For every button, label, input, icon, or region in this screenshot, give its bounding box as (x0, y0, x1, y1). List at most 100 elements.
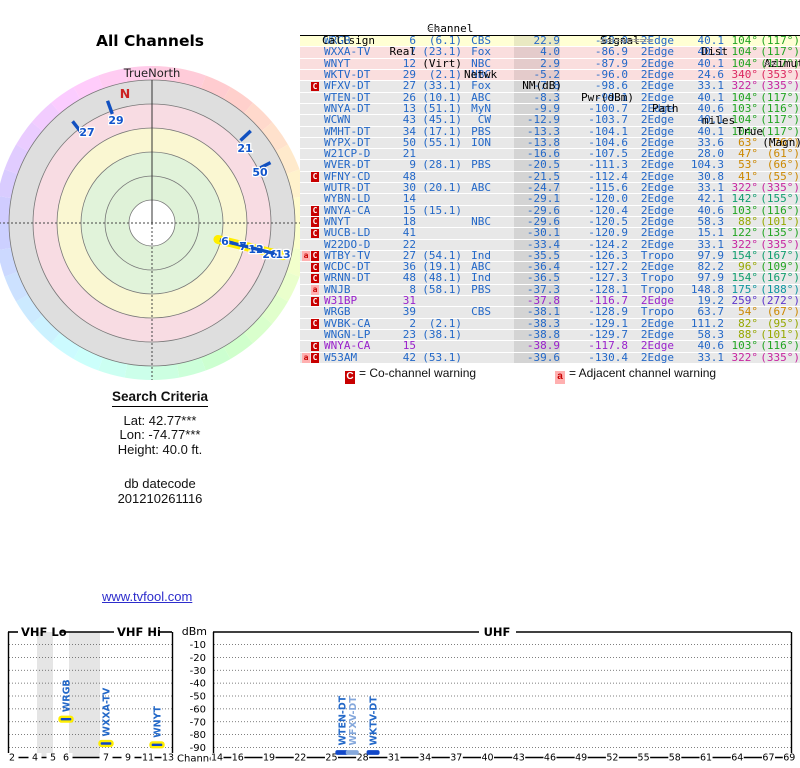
svg-text:2: 2 (9, 753, 15, 764)
cell-w (300, 307, 321, 317)
svg-text:22: 22 (294, 753, 306, 764)
svg-text:55: 55 (638, 753, 650, 764)
co-channel-warning-badge: C (311, 353, 319, 363)
co-channel-warning-badge: C (311, 251, 319, 261)
svg-text:7: 7 (103, 753, 109, 764)
cell-w (300, 194, 321, 204)
cell-v: (53.1) (422, 350, 462, 364)
svg-text:14: 14 (211, 753, 223, 764)
cell-nm: -30.1 (502, 227, 560, 239)
dbm-tick-label: -90 (190, 743, 206, 754)
cell-r: 41 (402, 226, 416, 240)
cell-w: a (300, 285, 321, 295)
svg-text:67: 67 (762, 753, 774, 764)
col-header-path: Path (652, 102, 679, 116)
station-marker-label: WTEN-DT (337, 695, 348, 745)
cell-w: C (300, 319, 321, 329)
cell-m: (135°) (760, 226, 800, 240)
cell-w: C (300, 341, 321, 352)
cell-p: 2Edge (640, 226, 674, 240)
dbm-tick-label: -50 (190, 692, 206, 703)
warning-legend: C = Co-channel warning a = Adjacent channe… (300, 366, 800, 384)
channel-label: 6 (221, 235, 229, 248)
cell-w: C (300, 228, 321, 239)
svg-text:6: 6 (63, 753, 69, 764)
svg-text:52: 52 (606, 753, 618, 764)
cell-t: 122° (731, 226, 759, 240)
cell-n (462, 353, 502, 363)
cell-n: PBS (471, 282, 491, 296)
cell-v: (20.1) (422, 181, 462, 195)
cell-w: C (300, 217, 321, 227)
cell-n: NBC (471, 214, 491, 228)
cell-n (462, 341, 502, 351)
station-markers: WRGB WXXA-TV WNYT WTEN-DT WFXV-DT WKTV-DT (58, 679, 380, 755)
tvfool-link[interactable]: www.tvfool.com (102, 589, 192, 604)
co-channel-warning-badge: C (311, 172, 319, 182)
station-marker (58, 715, 74, 723)
cell-w: C (300, 262, 321, 273)
co-channel-warning-badge: C (311, 341, 319, 352)
cell-w (300, 160, 321, 170)
cell-c: WNYA-CA (324, 339, 371, 353)
cell-w: aC (300, 353, 321, 363)
co-channel-warning-badge: C (311, 296, 319, 307)
co-channel-warning-badge: C (311, 228, 319, 239)
cell-v (416, 228, 462, 238)
station-marker (345, 750, 359, 755)
polar-title: All Channels (96, 32, 204, 50)
svg-text:25: 25 (325, 753, 337, 764)
dbm-tick-label: -60 (190, 704, 206, 715)
panel-frames (7, 631, 793, 759)
cell-v: (15.1) (422, 203, 462, 217)
all-channels-radar-chart: All ChannelsTrueNorthN2927215067122613 (0, 32, 309, 380)
cell-pw: -117.8 (588, 339, 628, 353)
svg-text:11: 11 (142, 753, 154, 764)
cell-pw: -120.9 (588, 226, 628, 240)
search-criteria-title: Search Criteria (111, 389, 209, 407)
cell-n: ABC (471, 181, 491, 195)
cell-w: aC (300, 251, 321, 261)
station-marker-label: WNYT (153, 705, 164, 737)
cell-v: (55.1) (422, 135, 462, 149)
col-header-nm: NM(dB) (522, 79, 562, 93)
dbm-tick-label: -70 (190, 717, 206, 728)
dbm-tick-label: -80 (190, 730, 206, 741)
cell-r: 42 (402, 350, 416, 364)
cell-w (300, 330, 321, 340)
channel-label: 29 (108, 114, 123, 127)
svg-text:46: 46 (544, 753, 556, 764)
co-channel-warning-badge: C (311, 206, 319, 216)
col-header-callsign: Callsign (322, 33, 375, 47)
station-marker-label: WXXA-TV (102, 687, 113, 737)
cell-pw: -130.4 (588, 350, 628, 364)
svg-text:40: 40 (481, 753, 493, 764)
svg-text:43: 43 (513, 753, 525, 764)
channel-label: 13 (275, 248, 290, 261)
station-marker (98, 739, 114, 748)
adjacent-channel-warning-badge: a (555, 371, 565, 384)
cell-nm: -38.9 (502, 340, 560, 352)
longitude-value: Lon: -74.77*** (119, 427, 201, 442)
svg-text:28: 28 (357, 753, 369, 764)
cell-v: (38.1) (422, 327, 462, 341)
vhf-lo-label: VHF Lo (21, 625, 67, 639)
cell-n (462, 330, 502, 340)
col-header-netwk: Netwk (464, 68, 498, 82)
svg-text:34: 34 (419, 753, 431, 764)
svg-text:37: 37 (450, 753, 462, 764)
col-header-real: Real (389, 45, 417, 59)
latitude-value: Lat: 42.77*** (123, 412, 197, 428)
cell-w: C (300, 172, 321, 182)
co-channel-warning-badge: C (345, 371, 355, 384)
adjacent-channel-legend: a = Adjacent channel warning (554, 366, 716, 384)
spectrum-chart: VHF Lo VHF Hi UHF dBm -10 -20 -30 -40 -50-60 -70 -… (5, 625, 796, 765)
cell-d: 15.1 (697, 226, 725, 240)
cell-m: (116°) (760, 339, 800, 353)
station-marker-label: WKTV-DT (369, 696, 380, 746)
co-channel-warning-badge: C (311, 319, 319, 329)
svg-text:31: 31 (388, 753, 400, 764)
svg-text:4: 4 (32, 753, 38, 764)
station-marker (366, 750, 380, 755)
co-channel-warning-badge: C (311, 273, 319, 284)
